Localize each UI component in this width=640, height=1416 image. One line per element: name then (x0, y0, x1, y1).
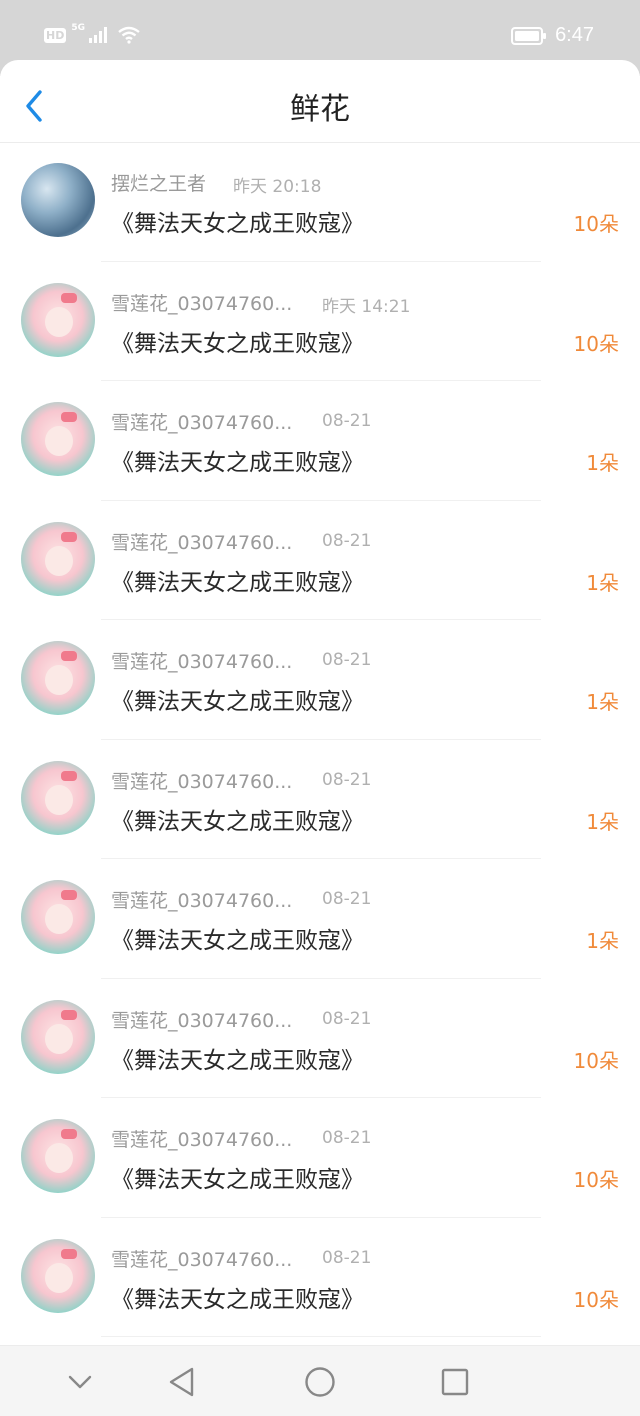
avatar[interactable] (21, 521, 95, 596)
flower-count: 1朵 (586, 690, 619, 714)
avatar-face (45, 904, 73, 934)
avatar[interactable] (21, 760, 95, 835)
flower-count: 1朵 (586, 809, 619, 834)
clock: 6:47 (555, 24, 594, 46)
avatar-bow (61, 770, 77, 781)
sent-time: 08-21 (322, 1247, 372, 1268)
network-type-label: 5G (71, 23, 85, 33)
flower-count: 10朵 (573, 1287, 619, 1312)
work-title: 《舞法天女之成王败寇》 (111, 1286, 364, 1313)
chevron-down-icon (68, 1375, 92, 1389)
nav-back-button[interactable] (164, 1364, 200, 1400)
sent-time: 08-21 (322, 1128, 372, 1148)
nav-home-button[interactable] (302, 1364, 338, 1400)
avatar-bow (61, 412, 77, 422)
avatar-face (45, 1262, 73, 1293)
work-title: 《舞法天女之成王败寇》 (111, 450, 364, 476)
avatar[interactable] (21, 999, 95, 1074)
flower-count: 1朵 (586, 451, 619, 475)
list-item[interactable]: 雪莲花_03074760... 08-21 《舞法天女之成王败寇》 1朵 (0, 501, 640, 620)
list-item[interactable]: 雪莲花_03074760... 昨天 14:21 《舞法天女之成王败寇》 10朵 (0, 262, 640, 381)
work-title: 《舞法天女之成王败寇》 (111, 808, 364, 835)
hd-badge: HD (44, 27, 67, 43)
avatar[interactable] (21, 163, 95, 237)
avatar-face (45, 1143, 73, 1173)
list-item[interactable]: 雪莲花_03074760... 08-21 《舞法天女之成王败寇》 10朵 (0, 979, 640, 1098)
sender-name: 雪莲花_03074760... (111, 412, 293, 434)
triangle-back-icon (169, 1367, 194, 1397)
status-indicators: HD 5G (44, 23, 141, 44)
list-item[interactable]: 雪莲花_03074760... 08-21 《舞法天女之成王败寇》 10朵 (0, 1098, 640, 1218)
sender-name: 雪莲花_03074760... (111, 1009, 293, 1032)
sent-time: 08-21 (322, 530, 372, 551)
flower-count: 1朵 (586, 929, 619, 953)
list-item[interactable]: 雪莲花_03074760... 08-21 《舞法天女之成王败寇》 10朵 (0, 1218, 640, 1337)
avatar[interactable] (21, 641, 95, 715)
flower-count: 10朵 (573, 212, 619, 236)
avatar-face (45, 306, 73, 337)
avatar-face (45, 545, 73, 576)
work-title: 《舞法天女之成王败寇》 (111, 928, 364, 954)
sender-name: 摆烂之王者 (111, 173, 207, 195)
avatar-bow (61, 1009, 77, 1020)
avatar-bow (61, 292, 77, 303)
square-recents-icon (441, 1368, 469, 1396)
work-title: 《舞法天女之成王败寇》 (111, 211, 364, 237)
sender-name: 雪莲花_03074760... (111, 651, 293, 673)
avatar-face (45, 1023, 73, 1054)
avatar-bow (61, 890, 77, 900)
sender-name: 雪莲花_03074760... (111, 1248, 293, 1271)
sent-time: 08-21 (322, 1008, 372, 1029)
list-item[interactable]: 雪莲花_03074760... 08-21 《舞法天女之成王败寇》 1朵 (0, 740, 640, 859)
sender-name: 雪莲花_03074760... (111, 770, 293, 793)
avatar[interactable] (21, 1119, 95, 1193)
signal-icon (89, 27, 107, 43)
sent-time: 08-21 (322, 769, 372, 790)
avatar[interactable] (21, 1238, 95, 1313)
flower-list: 摆烂之王者 昨天 20:18 《舞法天女之成王败寇》 10朵 雪莲花_03074760.… (0, 142, 640, 1337)
work-title: 《舞法天女之成王败寇》 (111, 569, 364, 596)
sent-time: 08-21 (322, 411, 372, 431)
page-title: 鲜花 (290, 92, 350, 127)
work-title: 《舞法天女之成王败寇》 (111, 1047, 364, 1074)
sent-time: 08-21 (322, 889, 372, 909)
sender-name: 雪莲花_03074760... (111, 890, 293, 912)
avatar-bow (61, 531, 77, 542)
system-nav-bar (0, 1345, 640, 1416)
row-divider (101, 1336, 541, 1337)
avatar[interactable] (21, 402, 95, 476)
sender-name: 雪莲花_03074760... (111, 531, 293, 554)
battery-icon (511, 26, 547, 45)
avatar-bow (61, 1129, 77, 1139)
flower-count: 10朵 (573, 1048, 619, 1073)
avatar-bow (61, 651, 77, 661)
wifi-icon (118, 26, 140, 44)
work-title: 《舞法天女之成王败寇》 (111, 1167, 364, 1193)
flower-count: 1朵 (586, 570, 619, 595)
app-header: 鲜花 (0, 60, 640, 143)
list-item[interactable]: 雪莲花_03074760... 08-21 《舞法天女之成王败寇》 1朵 (0, 859, 640, 979)
sent-time: 昨天 20:18 (233, 177, 322, 197)
flower-count: 10朵 (573, 331, 619, 356)
sent-time: 08-21 (322, 650, 372, 670)
avatar-bow (61, 1248, 77, 1259)
hide-nav-button[interactable] (62, 1364, 98, 1400)
sender-name: 雪莲花_03074760... (111, 1129, 293, 1151)
work-title: 《舞法天女之成王败寇》 (111, 689, 364, 715)
status-right: 6:47 (511, 24, 594, 47)
list-item[interactable]: 雪莲花_03074760... 08-21 《舞法天女之成王败寇》 1朵 (0, 620, 640, 740)
list-item[interactable]: 摆烂之王者 昨天 20:18 《舞法天女之成王败寇》 10朵 (0, 142, 640, 262)
avatar-face (45, 665, 73, 695)
avatar-face (45, 784, 73, 815)
flower-count: 10朵 (573, 1168, 619, 1192)
sender-name: 雪莲花_03074760... (111, 292, 293, 315)
sent-time: 昨天 14:21 (322, 296, 411, 317)
work-title: 《舞法天女之成王败寇》 (111, 330, 364, 357)
circle-home-icon (305, 1367, 335, 1397)
list-item[interactable]: 雪莲花_03074760... 08-21 《舞法天女之成王败寇》 1朵 (0, 381, 640, 501)
avatar[interactable] (21, 880, 95, 954)
nav-recents-button[interactable] (437, 1364, 473, 1400)
avatar[interactable] (21, 282, 95, 357)
avatar-face (45, 426, 73, 456)
